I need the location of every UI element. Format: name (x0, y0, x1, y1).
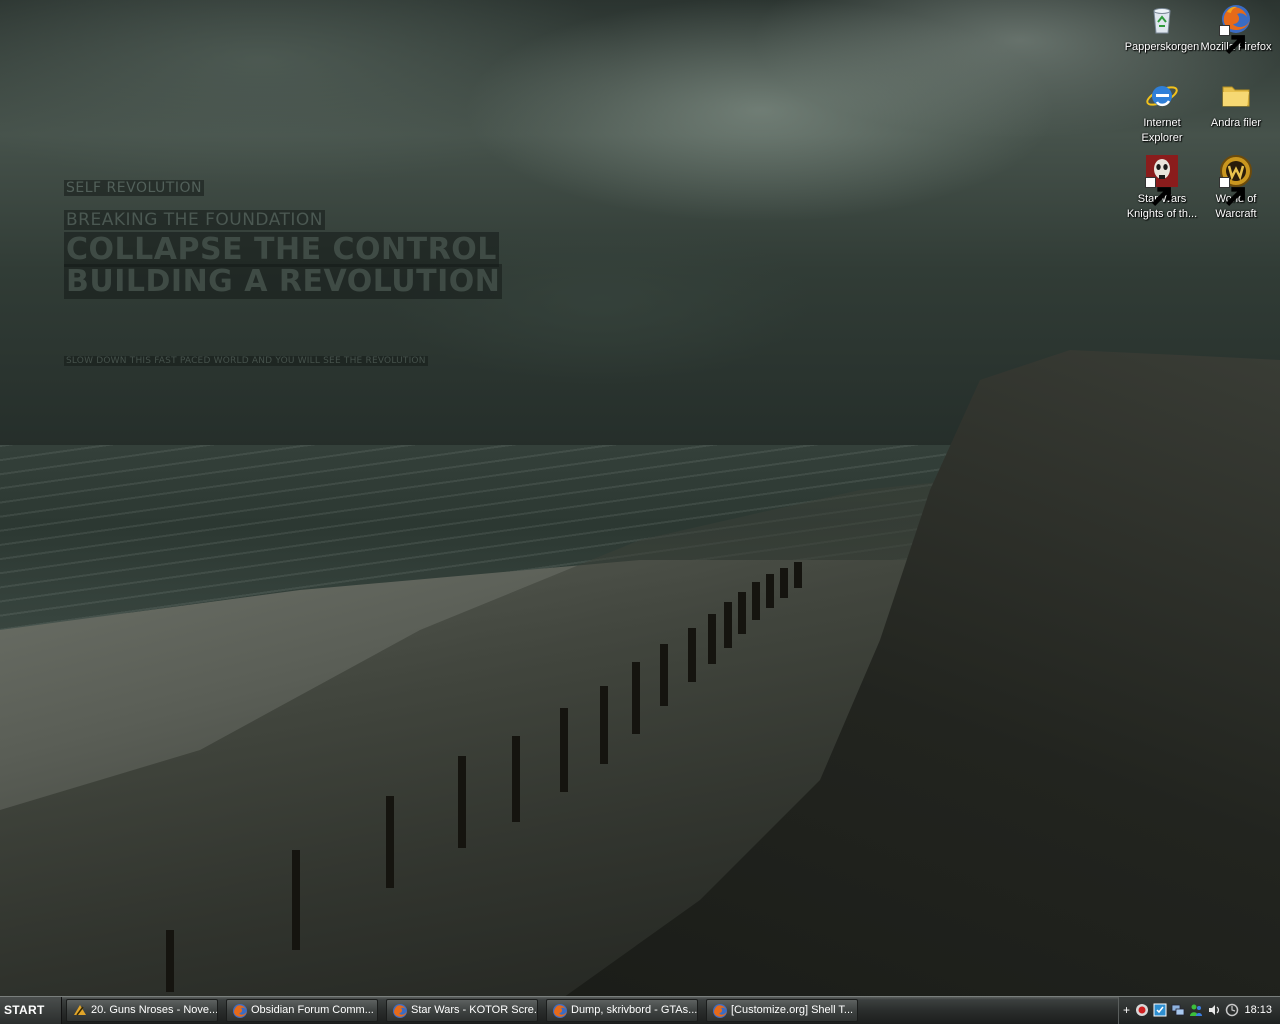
fence-post (660, 644, 668, 706)
fence-post (166, 930, 174, 992)
taskbar-button-label: [Customize.org] Shell T... (731, 1004, 854, 1016)
desktop-icon-kotor[interactable]: Star Wars Knights of th... (1124, 154, 1200, 222)
network-icon[interactable] (1171, 1003, 1185, 1017)
shortcut-arrow-icon (1219, 25, 1245, 55)
volume-icon[interactable] (1207, 1003, 1221, 1017)
fence-post (292, 850, 300, 950)
internet-explorer-icon (1145, 78, 1179, 112)
wallpaper-subtitle: BREAKING THE FOUNDATION (64, 210, 326, 230)
tray-expand-button[interactable]: + (1123, 1003, 1130, 1017)
taskbar-button-label: Obsidian Forum Comm... (251, 1004, 374, 1016)
taskbar-button-kotor-screens[interactable]: Star Wars - KOTOR Scre... (386, 999, 538, 1022)
desktop-icon-internet-explorer[interactable]: Internet Explorer (1124, 78, 1200, 146)
fence-post (600, 686, 608, 764)
wallpaper-footer-text: SLOW DOWN THIS FAST PACED WORLD AND YOU … (64, 356, 428, 366)
fence-post (632, 662, 640, 734)
taskbar-clock[interactable]: 18:13 (1244, 997, 1272, 1024)
msn-icon[interactable] (1189, 1003, 1203, 1017)
wow-icon (1219, 154, 1253, 207)
fence-post (512, 736, 520, 822)
fence-post (458, 756, 466, 848)
desktop-icon-label: Internet Explorer (1141, 117, 1183, 144)
wallpaper-headline-2: BUILDING A REVOLUTION (64, 264, 503, 299)
taskbar-button-label: Dump, skrivbord - GTAs... (571, 1004, 698, 1016)
fence-post (780, 568, 788, 598)
wallpaper-headline-1: COLLAPSE THE CONTROL (64, 232, 499, 267)
fence-post (738, 592, 746, 634)
shortcut-arrow-icon (1145, 177, 1171, 207)
folder-icon (1219, 78, 1253, 112)
firefox-icon (552, 1003, 568, 1019)
wallpaper-tagline: SELF REVOLUTION (64, 180, 204, 196)
desktop-icon-label: Papperskorgen (1124, 41, 1200, 53)
taskbar: START 20. Guns Nroses - Nove... Obsidian… (0, 996, 1280, 1024)
fence-post (724, 602, 732, 648)
firefox-icon (1219, 2, 1253, 55)
desktop-icon-andra-filer[interactable]: Andra filer (1198, 78, 1274, 131)
taskbar-button-winamp[interactable]: 20. Guns Nroses - Nove... (66, 999, 218, 1022)
shield-icon[interactable] (1153, 1003, 1167, 1017)
taskbar-button-label: 20. Guns Nroses - Nove... (91, 1004, 218, 1016)
desktop-icon-label: Andra filer (1210, 117, 1262, 129)
desktop-icon-world-of-warcraft[interactable]: World of Warcraft (1198, 154, 1274, 222)
desktop-icon-recycle-bin[interactable]: Papperskorgen (1124, 2, 1200, 55)
taskbar-button-customize-org[interactable]: [Customize.org] Shell T... (706, 999, 858, 1022)
system-tray: + 18:13 (1118, 997, 1280, 1024)
fence-post (386, 796, 394, 888)
kotor-icon (1145, 154, 1179, 207)
fence-post (766, 574, 774, 608)
sync-icon[interactable] (1225, 1003, 1239, 1017)
winamp-icon (72, 1003, 88, 1019)
record-icon[interactable] (1135, 1003, 1149, 1017)
shortcut-arrow-icon (1219, 177, 1245, 207)
fence-post (708, 614, 716, 664)
fence-post (688, 628, 696, 682)
fence-post (794, 562, 802, 588)
desktop-icon-firefox[interactable]: Mozilla Firefox (1198, 2, 1274, 55)
taskbar-button-dump-skrivbord[interactable]: Dump, skrivbord - GTAs... (546, 999, 698, 1022)
firefox-icon (232, 1003, 248, 1019)
firefox-icon (392, 1003, 408, 1019)
desktop-wallpaper: SELF REVOLUTION BREAKING THE FOUNDATION … (0, 0, 1280, 996)
taskbar-button-label: Star Wars - KOTOR Scre... (411, 1004, 538, 1016)
firefox-icon (712, 1003, 728, 1019)
start-button[interactable]: START (0, 997, 62, 1024)
fence-post (560, 708, 568, 792)
taskbar-button-obsidian-forum[interactable]: Obsidian Forum Comm... (226, 999, 378, 1022)
recycle-bin-icon (1145, 2, 1179, 36)
fence-post (752, 582, 760, 620)
